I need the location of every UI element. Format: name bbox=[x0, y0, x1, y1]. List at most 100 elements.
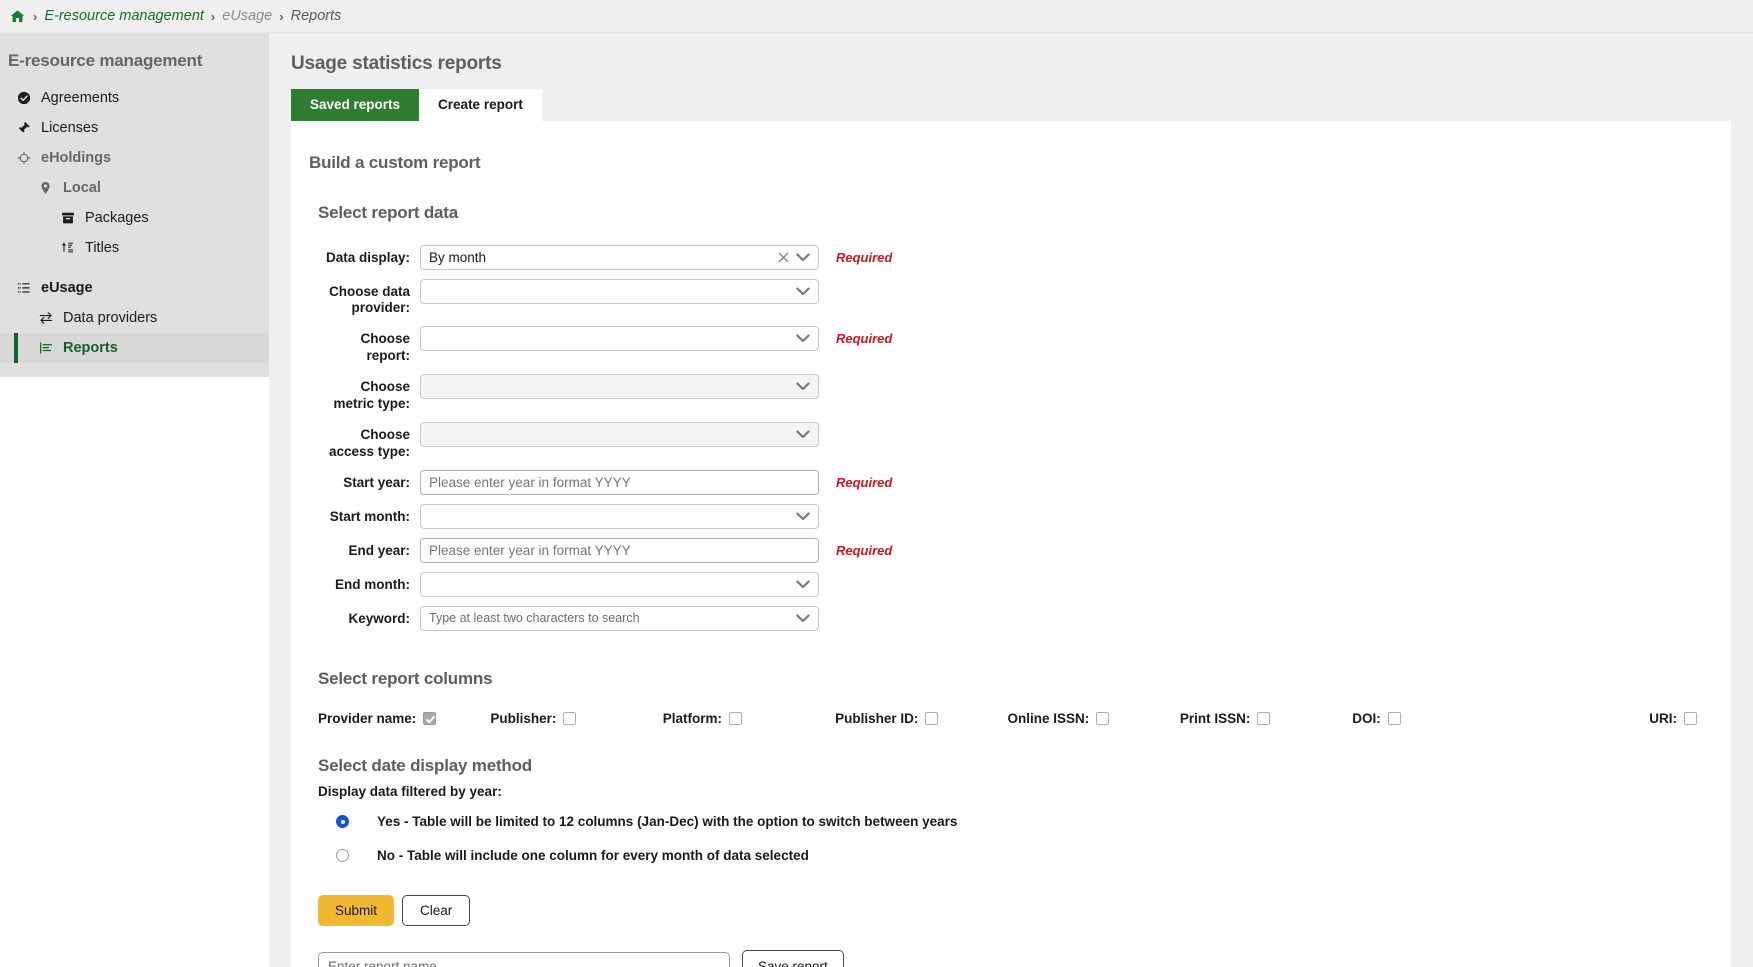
tab-saved-reports[interactable]: Saved reports bbox=[291, 89, 419, 121]
sidebar-item-label: Titles bbox=[85, 240, 119, 256]
column-label: Print ISSN: bbox=[1180, 711, 1251, 726]
choose-access-type-select[interactable] bbox=[420, 422, 819, 447]
sidebar-item-eholdings[interactable]: eHoldings bbox=[0, 143, 269, 173]
chevron-down-icon[interactable] bbox=[796, 422, 810, 447]
target-icon bbox=[14, 151, 33, 165]
platform-checkbox[interactable] bbox=[729, 712, 742, 725]
label-start-year: Start year: bbox=[318, 470, 420, 492]
radio-yes[interactable] bbox=[336, 815, 349, 828]
breadcrumb-separator-0: › bbox=[33, 9, 37, 24]
publisher-id-checkbox[interactable] bbox=[925, 712, 938, 725]
sidebar-item-agreements[interactable]: Agreements bbox=[0, 83, 269, 113]
chevron-down-icon[interactable] bbox=[796, 504, 810, 529]
clear-icon[interactable] bbox=[778, 245, 789, 270]
end-year-input[interactable] bbox=[420, 538, 819, 563]
column-option-platform[interactable]: Platform: bbox=[663, 711, 835, 726]
breadcrumb-separator-2: › bbox=[279, 9, 283, 24]
radio-yes-label: Yes - Table will be limited to 12 column… bbox=[377, 814, 957, 829]
date-method-option-yes[interactable]: Yes - Table will be limited to 12 column… bbox=[291, 809, 1731, 835]
column-option-publisher-id[interactable]: Publisher ID: bbox=[835, 711, 1007, 726]
column-option-provider-name[interactable]: Provider name: bbox=[318, 711, 490, 726]
sidebar-item-label: Reports bbox=[63, 340, 118, 356]
label-start-month: Start month: bbox=[318, 504, 420, 526]
chevron-down-icon[interactable] bbox=[796, 572, 810, 597]
tab-create-report[interactable]: Create report bbox=[419, 89, 542, 121]
column-label: URI: bbox=[1649, 711, 1677, 726]
sidebar-item-data-providers[interactable]: Data providers bbox=[0, 303, 269, 333]
sidebar: E-resource management Agreements bbox=[0, 33, 269, 377]
end-month-select[interactable] bbox=[420, 572, 819, 597]
form-row-end-year: End year: Required bbox=[291, 538, 1731, 563]
radio-no[interactable] bbox=[336, 849, 349, 862]
list-check-icon bbox=[14, 281, 33, 295]
label-choose-access-type: Choose access type: bbox=[318, 422, 420, 461]
date-method-option-no[interactable]: No - Table will include one column for e… bbox=[291, 843, 1731, 869]
label-choose-report: Choose report: bbox=[318, 326, 420, 365]
home-icon[interactable] bbox=[8, 7, 26, 25]
submit-button[interactable]: Submit bbox=[318, 895, 394, 927]
sidebar-item-label: Packages bbox=[85, 210, 149, 226]
required-note-end-year: Required bbox=[836, 538, 892, 558]
column-option-doi[interactable]: DOI: bbox=[1352, 711, 1524, 726]
sidebar-item-label: Agreements bbox=[41, 90, 119, 106]
sidebar-item-label: Licenses bbox=[41, 120, 98, 136]
sidebar-spacer bbox=[0, 263, 269, 273]
data-display-select[interactable]: By month bbox=[420, 245, 819, 270]
doi-checkbox[interactable] bbox=[1388, 712, 1401, 725]
choose-report-select[interactable] bbox=[420, 326, 819, 351]
page-shell: E-resource management Agreements bbox=[0, 33, 1753, 967]
breadcrumb-item-eusage[interactable]: eUsage bbox=[222, 8, 272, 24]
sidebar-item-reports[interactable]: Reports bbox=[0, 333, 269, 363]
breadcrumb-item-e-resource-management[interactable]: E-resource management bbox=[44, 8, 204, 24]
choose-metric-type-select[interactable] bbox=[420, 374, 819, 399]
sidebar-title: E-resource management bbox=[0, 43, 269, 83]
sidebar-item-eusage[interactable]: eUsage bbox=[0, 273, 269, 303]
column-label: Provider name: bbox=[318, 711, 416, 726]
sidebar-item-packages[interactable]: Packages bbox=[0, 203, 269, 233]
form-row-choose-access-type: Choose access type: bbox=[291, 422, 1731, 461]
keyword-select[interactable]: Type at least two characters to search bbox=[420, 606, 819, 631]
keyword-placeholder: Type at least two characters to search bbox=[429, 611, 640, 625]
chevron-down-icon[interactable] bbox=[796, 245, 810, 270]
publisher-checkbox[interactable] bbox=[563, 712, 576, 725]
uri-checkbox[interactable] bbox=[1684, 712, 1697, 725]
column-label: Publisher: bbox=[490, 711, 556, 726]
select-report-columns-heading: Select report columns bbox=[291, 669, 1731, 689]
date-filter-intro-label: Display data filtered by year: bbox=[291, 784, 1731, 799]
choose-data-provider-select[interactable] bbox=[420, 279, 819, 304]
chevron-down-icon[interactable] bbox=[796, 326, 810, 351]
action-buttons-row: Submit Clear bbox=[291, 895, 1731, 927]
main-content: Usage statistics reports Saved reports C… bbox=[269, 33, 1753, 967]
radio-no-label: No - Table will include one column for e… bbox=[377, 848, 809, 863]
start-month-select[interactable] bbox=[420, 504, 819, 529]
column-label: Platform: bbox=[663, 711, 722, 726]
chevron-down-icon[interactable] bbox=[796, 606, 810, 631]
column-option-publisher[interactable]: Publisher: bbox=[490, 711, 662, 726]
sidebar-item-licenses[interactable]: Licenses bbox=[0, 113, 269, 143]
label-choose-metric-type: Choose metric type: bbox=[318, 374, 420, 413]
chevron-down-icon[interactable] bbox=[796, 279, 810, 304]
sidebar-item-label: Data providers bbox=[63, 310, 157, 326]
form-row-data-display: Data display: By month bbox=[291, 245, 1731, 270]
save-report-button[interactable]: Save report bbox=[742, 950, 844, 967]
chevron-down-icon[interactable] bbox=[796, 374, 810, 399]
bar-chart-icon bbox=[36, 341, 55, 355]
provider-name-checkbox bbox=[423, 712, 436, 725]
start-year-input[interactable] bbox=[420, 470, 819, 495]
column-option-print-issn[interactable]: Print ISSN: bbox=[1180, 711, 1352, 726]
sidebar-item-label: eUsage bbox=[41, 280, 93, 296]
form-row-choose-data-provider: Choose data provider: bbox=[291, 279, 1731, 318]
print-issn-checkbox[interactable] bbox=[1257, 712, 1270, 725]
map-pin-icon bbox=[36, 181, 55, 195]
clear-button[interactable]: Clear bbox=[402, 895, 470, 927]
build-custom-report-heading: Build a custom report bbox=[291, 153, 1731, 173]
column-option-uri[interactable]: URI: bbox=[1525, 711, 1711, 726]
breadcrumb-item-reports: Reports bbox=[291, 8, 342, 24]
report-name-input[interactable] bbox=[318, 952, 730, 967]
online-issn-checkbox[interactable] bbox=[1096, 712, 1109, 725]
sidebar-item-titles[interactable]: Titles bbox=[0, 233, 269, 263]
sidebar-item-local[interactable]: Local bbox=[0, 173, 269, 203]
select-report-data-heading: Select report data bbox=[291, 203, 1731, 223]
column-option-online-issn[interactable]: Online ISSN: bbox=[1008, 711, 1180, 726]
sidebar-item-label: Local bbox=[63, 180, 101, 196]
